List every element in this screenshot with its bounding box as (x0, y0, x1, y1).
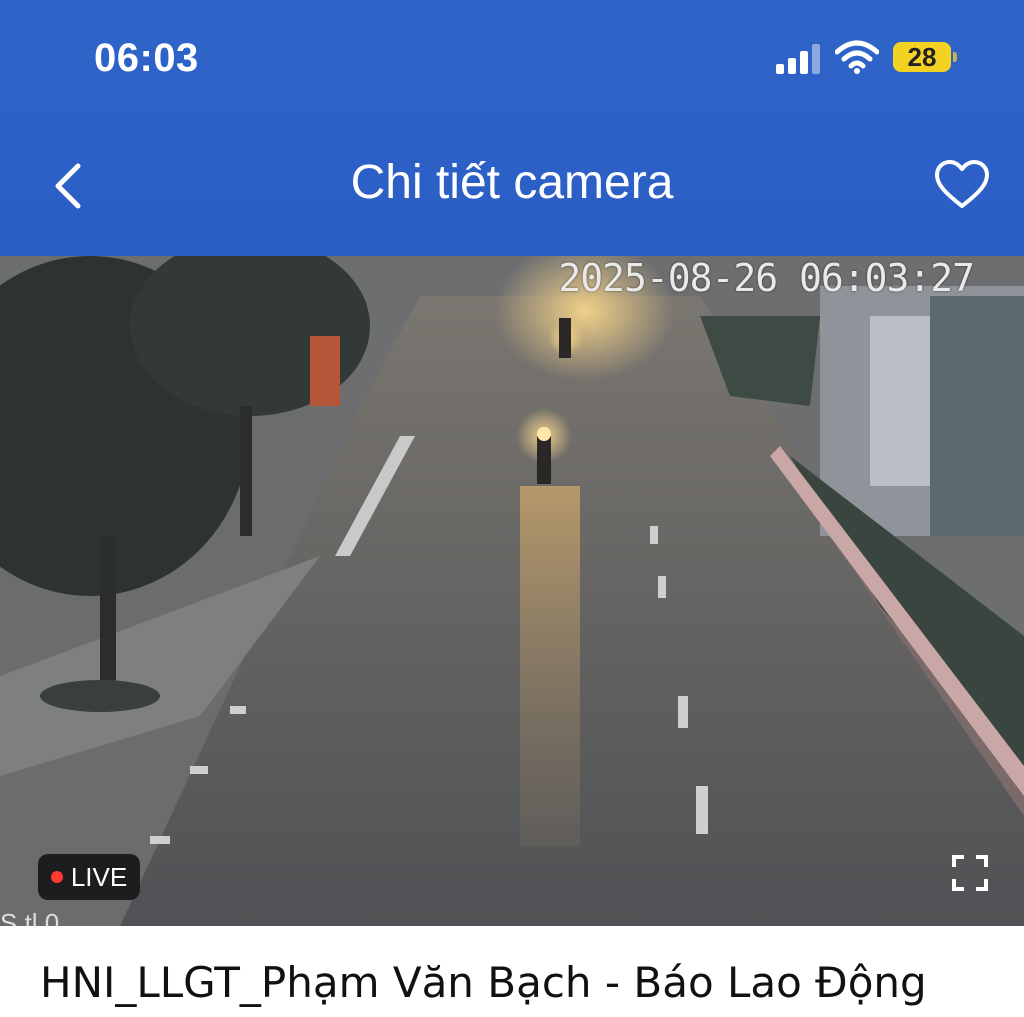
camera-video-player[interactable]: 2025-08-26 06:03:27 LIVE S tl 0 (0, 256, 1024, 926)
video-overlay-text: S tl 0 (0, 908, 60, 926)
fullscreen-icon (952, 855, 988, 891)
page-title: Chi tiết camera (350, 156, 674, 209)
battery-tip (953, 52, 957, 62)
fullscreen-button[interactable] (950, 853, 990, 893)
camera-feed-image (0, 256, 1024, 926)
wifi-icon (835, 40, 879, 74)
camera-name: HNI_LLGT_Phạm Văn Bạch - Báo Lao Động (40, 958, 927, 1007)
battery-icon: 28 (893, 42, 951, 72)
heart-outline-icon (935, 160, 989, 208)
live-label: LIVE (70, 861, 128, 892)
app-header: 06:03 28 Chi tiết camera (0, 0, 1024, 256)
live-dot-icon (50, 871, 63, 883)
cellular-signal-icon (776, 44, 820, 74)
status-time: 06:03 (94, 36, 199, 80)
video-timestamp: 2025-08-26 06:03:27 (558, 256, 975, 300)
favorite-button[interactable] (932, 158, 992, 214)
live-badge: LIVE (38, 854, 140, 900)
